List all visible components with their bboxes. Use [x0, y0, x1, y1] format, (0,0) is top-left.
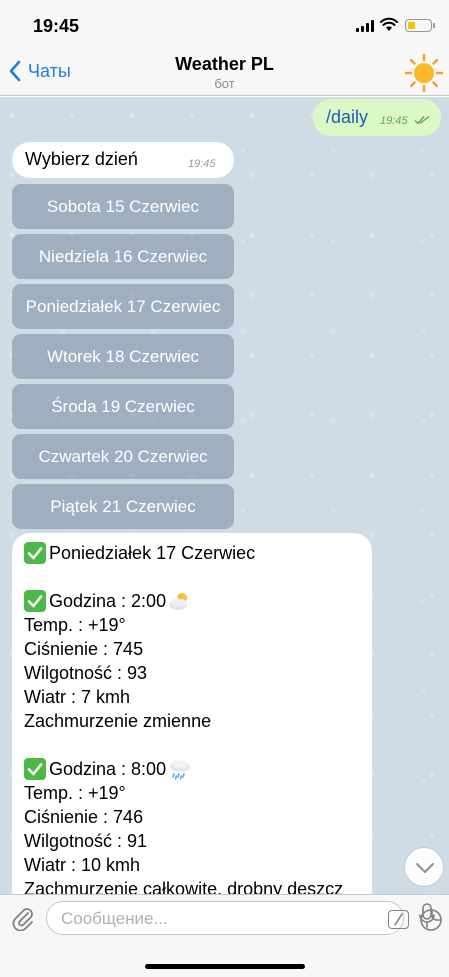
- forecast-hour: Godzina : 2:00: [49, 591, 167, 611]
- chat-area[interactable]: /daily 19:45 Wybierz dzień 19:45 Sobota …: [0, 97, 449, 894]
- incoming-message: Wybierz dzień 19:45: [12, 142, 234, 178]
- incoming-message-time: 19:45: [188, 158, 216, 170]
- microphone-icon[interactable]: [418, 903, 436, 931]
- read-checkmarks-icon: [414, 115, 430, 125]
- keyboard-button-friday[interactable]: Piątek 21 Czerwiec: [12, 484, 234, 529]
- keyboard-button-tuesday[interactable]: Wtorek 18 Czerwiec: [12, 334, 234, 379]
- forecast-hour-line: Godzina : 8:00: [24, 757, 360, 781]
- battery-icon: [405, 19, 435, 32]
- keyboard-button-sunday[interactable]: Niedziela 16 Czerwiec: [12, 234, 234, 279]
- forecast-wind: Wiatr : 10 kmh: [24, 855, 141, 875]
- forecast-clouds: Zachmurzenie zmienne: [24, 711, 212, 731]
- message-field[interactable]: [46, 901, 442, 935]
- chat-title: Weather PL: [175, 54, 274, 74]
- message-input-bar: [0, 894, 449, 977]
- forecast-temp: Temp. : +19°: [24, 615, 126, 635]
- bot-avatar-sun-icon[interactable]: [404, 53, 444, 93]
- outgoing-message: /daily 19:45: [313, 99, 441, 136]
- forecast-humidity: Wilgotność : 91: [24, 831, 148, 851]
- forecast-pressure: Ciśnienie : 746: [24, 807, 144, 827]
- keyboard-button-wednesday[interactable]: Środa 19 Czerwiec: [12, 384, 234, 429]
- keyboard-button-saturday[interactable]: Sobota 15 Czerwiec: [12, 184, 234, 229]
- forecast-day: Poniedziałek 17 Czerwiec: [49, 543, 256, 563]
- rain-cloud-icon: [170, 759, 191, 780]
- bot-commands-button[interactable]: [388, 910, 409, 929]
- forecast-hour-line: Godzina : 2:00: [24, 589, 360, 613]
- forecast-humidity: Wilgotność : 93: [24, 663, 148, 683]
- check-mark-icon: [24, 542, 46, 564]
- keyboard-button-thursday[interactable]: Czwartek 20 Czerwiec: [12, 434, 234, 479]
- forecast-message: Poniedziałek 17 Czerwiec Godzina : 2:00 …: [12, 533, 372, 894]
- forecast-hour: Godzina : 8:00: [49, 759, 167, 779]
- status-time: 19:45: [33, 16, 80, 36]
- cellular-signal-icon: [356, 20, 374, 32]
- wifi-icon: [380, 17, 398, 31]
- outgoing-message-text[interactable]: /daily: [326, 107, 368, 128]
- partly-cloudy-icon: [169, 593, 188, 610]
- keyboard-button-monday[interactable]: Poniedziałek 17 Czerwiec: [12, 284, 234, 329]
- outgoing-message-time: 19:45: [380, 115, 408, 127]
- forecast-clouds: Zachmurzenie całkowite, drobny deszcz: [24, 879, 344, 894]
- home-indicator: [145, 964, 305, 969]
- forecast-wind: Wiatr : 7 kmh: [24, 687, 131, 707]
- chevron-down-icon: [416, 863, 434, 873]
- paperclip-icon[interactable]: [10, 905, 36, 931]
- forecast-temp: Temp. : +19°: [24, 783, 126, 803]
- check-mark-icon: [24, 758, 46, 780]
- chat-header: Чаты Weather PL бот: [0, 50, 449, 96]
- chat-subtitle: бот: [214, 76, 235, 91]
- incoming-message-text: Wybierz dzień: [25, 149, 138, 169]
- forecast-pressure: Ciśnienie : 745: [24, 639, 144, 659]
- status-bar: 19:45: [0, 0, 449, 50]
- slash-command-icon: [394, 913, 403, 926]
- forecast-day-line: Poniedziałek 17 Czerwiec: [24, 541, 360, 565]
- message-input[interactable]: [61, 907, 341, 931]
- check-mark-icon: [24, 590, 46, 612]
- scroll-down-button[interactable]: [404, 847, 444, 887]
